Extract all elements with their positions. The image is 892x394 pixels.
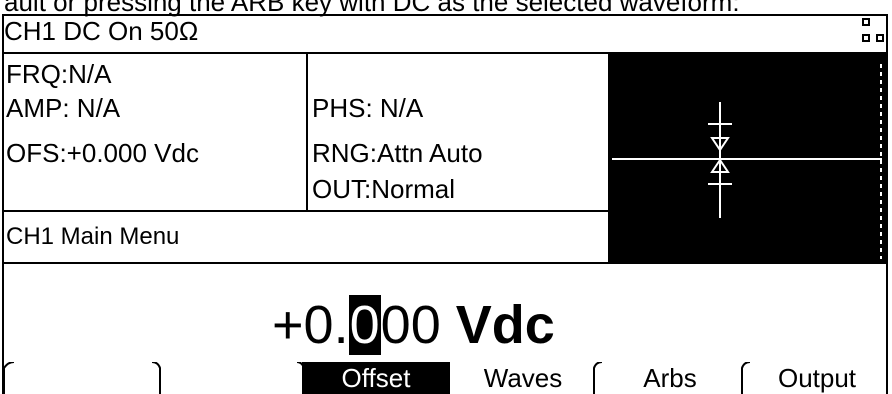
value-integer: 0 [303, 295, 334, 355]
offset-readout: OFS:+0.000 Vdc [6, 138, 199, 168]
value-sign: + [272, 295, 304, 355]
frequency-readout: FRQ:N/A [6, 59, 112, 89]
channel-status: CH1 DC On 50Ω [4, 16, 199, 46]
value-decimal-point: . [333, 295, 349, 355]
caption-fragment: ault or pressing the ARB key with DC as … [4, 0, 740, 17]
value-digits: 00 [380, 295, 441, 355]
param-bottom-divider [2, 210, 608, 212]
value-unit: Vdc [455, 295, 555, 355]
menu-divider [2, 262, 888, 264]
range-readout: RNG:Attn Auto [312, 138, 483, 168]
menu-title: CH1 Main Menu [6, 223, 180, 250]
offset-value-display[interactable]: +0.000 Vdc [272, 295, 555, 355]
param-divider [306, 52, 308, 212]
dual-square-icon [862, 18, 886, 46]
softkey-separators [3, 362, 751, 394]
amplitude-readout: AMP: N/A [6, 93, 121, 123]
output-readout: OUT:Normal [312, 174, 456, 204]
edit-cursor-digit: 0 [348, 295, 381, 355]
dc-waveform-preview [608, 54, 886, 264]
phase-readout: PHS: N/A [312, 93, 424, 123]
softkey-bar: Offset Waves Arbs Output [2, 362, 888, 394]
